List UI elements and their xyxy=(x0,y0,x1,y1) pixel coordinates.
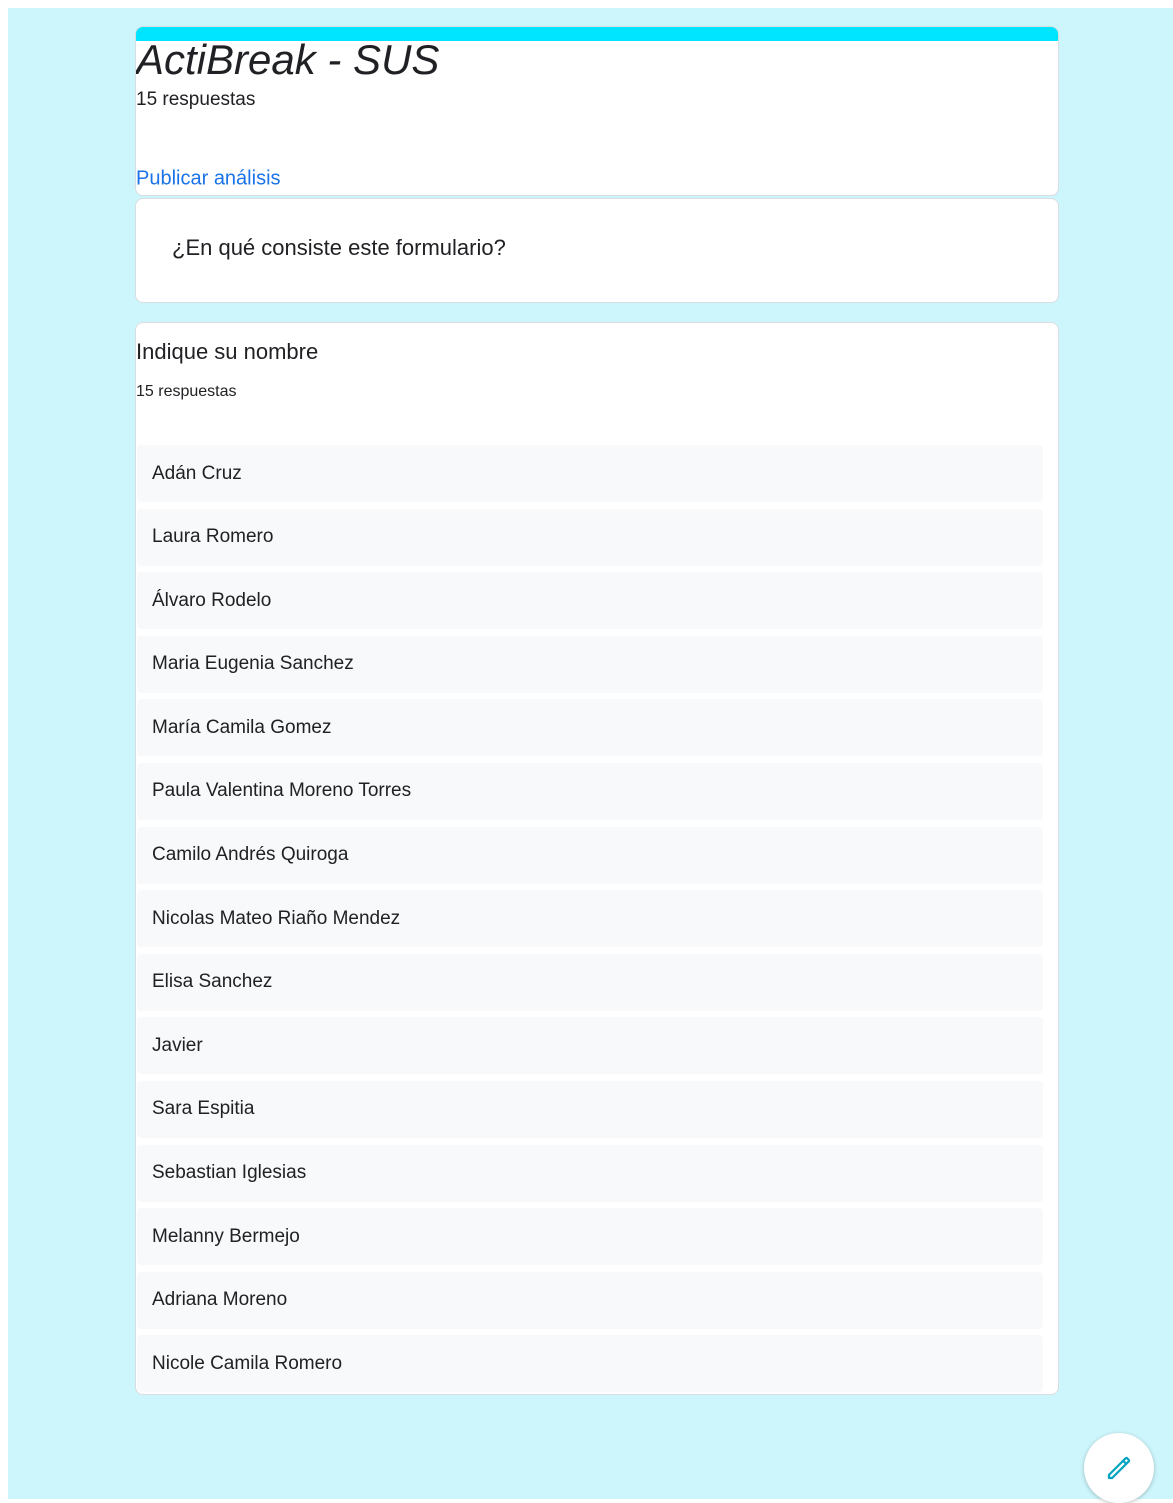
answer-item: Nicolas Mateo Riaño Mendez xyxy=(137,890,1043,948)
form-description-card: ¿En qué consiste este formulario? xyxy=(135,198,1059,303)
answer-item: Melanny Bermejo xyxy=(137,1208,1043,1266)
answer-item: Álvaro Rodelo xyxy=(137,572,1043,630)
answer-item: Camilo Andrés Quiroga xyxy=(137,826,1043,884)
answer-item: Laura Romero xyxy=(137,508,1043,566)
answer-item: Maria Eugenia Sanchez xyxy=(137,635,1043,693)
publish-analysis-link[interactable]: Publicar análisis xyxy=(136,168,281,191)
pencil-icon xyxy=(1104,1453,1134,1483)
answer-item: Nicole Camila Romero xyxy=(137,1335,1043,1393)
question-title: Indique su nombre xyxy=(136,339,319,364)
answer-item: María Camila Gomez xyxy=(137,699,1043,757)
answer-item: Paula Valentina Moreno Torres xyxy=(137,762,1043,820)
answer-item: Adán Cruz xyxy=(137,445,1043,502)
answer-item: Sebastian Iglesias xyxy=(137,1144,1043,1202)
form-description: ¿En qué consiste este formulario? xyxy=(172,235,506,260)
form-title: ActiBreak - SUS xyxy=(136,36,440,83)
answer-item: Javier xyxy=(137,1017,1043,1075)
response-count: 15 respuestas xyxy=(136,89,256,110)
answer-item: Adriana Moreno xyxy=(137,1271,1043,1329)
answer-list: Adán Cruz Laura Romero Álvaro Rodelo Mar… xyxy=(137,445,1043,1399)
question-response-count: 15 respuestas xyxy=(136,383,237,400)
edit-fab-button[interactable] xyxy=(1084,1433,1154,1503)
answer-item: Sara Espitia xyxy=(137,1080,1043,1138)
answer-item: Elisa Sanchez xyxy=(137,953,1043,1011)
question-card: Indique su nombre 15 respuestas Adán Cru… xyxy=(135,322,1059,1395)
form-header-card: ActiBreak - SUS 15 respuestas Publicar a… xyxy=(135,26,1059,196)
